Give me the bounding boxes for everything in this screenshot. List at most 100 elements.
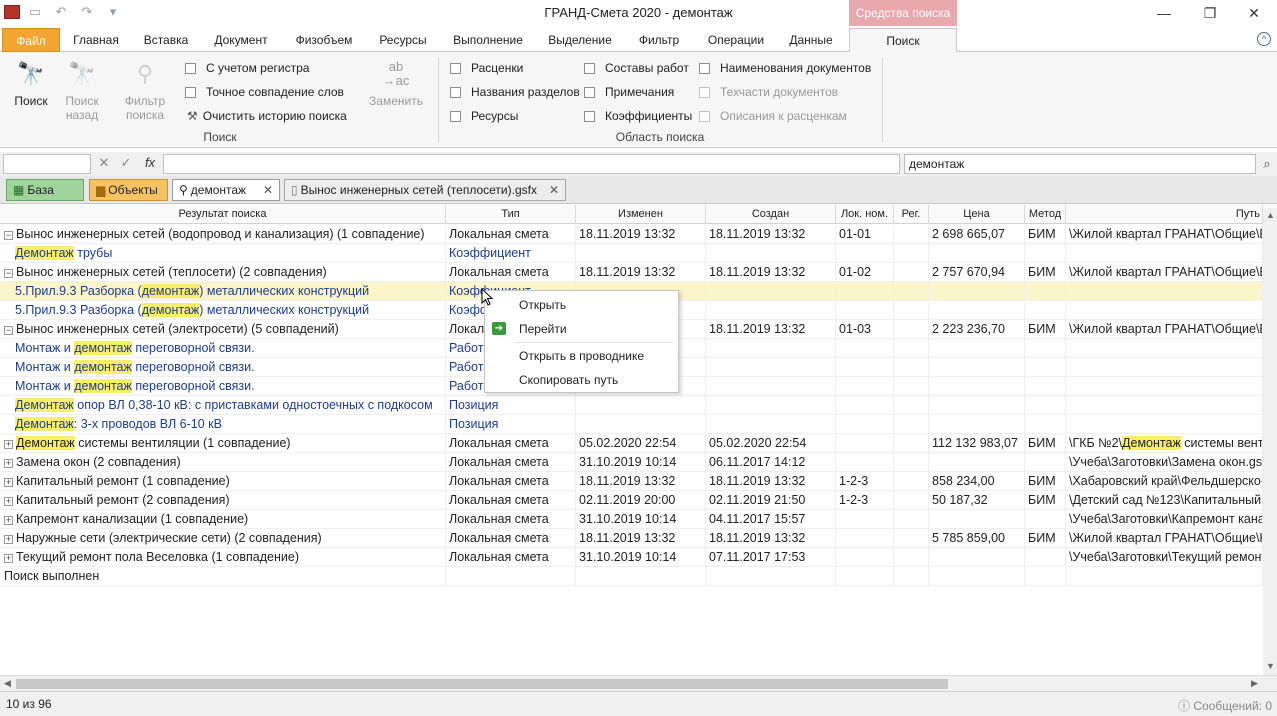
table-row[interactable]: + Замена окон (2 совпадения) Локальная сме… — [0, 453, 1277, 472]
col-header-type[interactable]: Тип — [446, 205, 576, 224]
fx-icon[interactable]: fx — [141, 155, 159, 170]
col-header-method[interactable]: Метод — [1025, 205, 1066, 224]
table-row[interactable]: − Вынос инженерных сетей (водопровод и ка… — [0, 225, 1277, 244]
tab-execution[interactable]: Выполнение — [444, 28, 532, 52]
expand-icon[interactable]: + — [4, 516, 13, 525]
checkbox-box[interactable] — [699, 110, 710, 122]
minimize-button[interactable]: — — [1141, 0, 1187, 26]
checkbox-box[interactable] — [450, 86, 461, 98]
col-header-reg[interactable]: Рег. — [894, 205, 929, 224]
tab-physvolume[interactable]: Физобъем — [284, 28, 364, 52]
clear-history-button[interactable]: ⚒ Очистить историю поиска — [187, 107, 347, 125]
opt-work-sets-checkbox[interactable]: Составы работ — [584, 59, 689, 77]
col-header-price[interactable]: Цена — [929, 205, 1025, 224]
col-header-created[interactable]: Создан — [706, 205, 836, 224]
collapse-icon[interactable]: − — [4, 231, 13, 240]
horizontal-scrollbar[interactable]: ◀ ▶ — [0, 675, 1277, 691]
col-header-lok[interactable]: Лок. ном. — [836, 205, 894, 224]
doc-tab-objects[interactable]: ▆ Объекты — [89, 179, 168, 201]
horizontal-scroll-thumb[interactable] — [16, 679, 948, 689]
col-header-result[interactable]: Результат поиска — [0, 205, 446, 224]
name-box[interactable] — [3, 154, 91, 174]
opt-section-names-checkbox[interactable]: Названия разделов — [450, 83, 580, 101]
doc-tab-base[interactable]: ▦ База — [6, 179, 84, 201]
table-row[interactable]: + Демонтаж системы вентиляции (1 совпаден… — [0, 434, 1277, 453]
doc-tab-search[interactable]: ⚲ демонтаж ✕ — [172, 179, 280, 201]
table-row[interactable]: + Капитальный ремонт (2 совпадения) Локаль… — [0, 491, 1277, 510]
confirm-icon[interactable]: ✓ — [117, 155, 135, 171]
checkbox-box[interactable] — [699, 86, 710, 98]
tab-home[interactable]: Главная — [64, 28, 128, 52]
checkbox-box[interactable] — [584, 110, 595, 122]
scroll-left-icon[interactable]: ◀ — [4, 678, 11, 689]
tab-resources[interactable]: Ресурсы — [368, 28, 438, 52]
checkbox-box[interactable] — [185, 62, 196, 74]
expand-icon[interactable]: + — [4, 440, 13, 449]
tab-selection[interactable]: Выделение — [540, 28, 620, 52]
checkbox-box[interactable] — [450, 62, 461, 74]
checkbox-box[interactable] — [584, 62, 595, 74]
cancel-icon[interactable]: ✕ — [95, 155, 113, 171]
opt-prices-checkbox[interactable]: Расценки — [450, 59, 523, 77]
formula-input[interactable] — [163, 154, 900, 174]
scroll-right-icon[interactable]: ▶ — [1251, 678, 1258, 689]
menu-item-open-explorer[interactable]: Открыть в проводнике — [486, 345, 677, 367]
checkbox-box[interactable] — [584, 86, 595, 98]
opt-coeffs-checkbox[interactable]: Коэффициенты — [584, 107, 692, 125]
opt-price-desc-checkbox[interactable]: Описания к расценкам — [699, 107, 847, 125]
tab-document[interactable]: Документ — [204, 28, 278, 52]
expand-icon[interactable]: + — [4, 459, 13, 468]
help-icon[interactable]: ^ — [1257, 32, 1271, 46]
search-button[interactable]: 🔭 Поиск — [6, 60, 56, 108]
checkbox-box[interactable] — [450, 110, 461, 122]
maximize-button[interactable]: ❐ — [1187, 0, 1233, 26]
opt-resources-checkbox[interactable]: Ресурсы — [450, 107, 518, 125]
search-icon[interactable]: ⌕ — [1258, 154, 1276, 174]
tab-operations[interactable]: Операции — [698, 28, 774, 52]
table-row[interactable]: − Вынос инженерных сетей (теплосети) (2 с… — [0, 263, 1277, 282]
tab-filter[interactable]: Фильтр — [628, 28, 690, 52]
checkbox-box[interactable] — [185, 86, 196, 98]
opt-doc-names-checkbox[interactable]: Наименования документов — [699, 59, 871, 77]
table-row[interactable]: + Капитальный ремонт (1 совпадение) Локаль… — [0, 472, 1277, 491]
tab-data[interactable]: Данные — [780, 28, 842, 52]
expand-icon[interactable]: + — [4, 535, 13, 544]
doc-tab-estimate[interactable]: ▯ Выноc инженерных сетей (теплосети).gsfx… — [284, 179, 566, 201]
collapse-icon[interactable]: − — [4, 326, 13, 335]
expand-icon[interactable]: + — [4, 478, 13, 487]
menu-item-open[interactable]: Открыть — [486, 294, 677, 316]
search-back-button[interactable]: 🔭 Поиск назад — [57, 60, 107, 122]
whole-words-checkbox[interactable]: Точное совпадение слов — [185, 83, 344, 101]
scroll-up-icon[interactable]: ▲ — [1266, 210, 1275, 220]
close-tab-icon[interactable]: ✕ — [263, 180, 273, 200]
match-case-checkbox[interactable]: С учетом регистра — [185, 59, 309, 77]
opt-doc-tech-checkbox[interactable]: Техчасти документов — [699, 83, 838, 101]
expand-icon[interactable]: + — [4, 497, 13, 506]
scroll-down-icon[interactable]: ▼ — [1266, 661, 1275, 671]
tab-insert[interactable]: Вставка — [134, 28, 198, 52]
opt-notes-checkbox[interactable]: Примечания — [584, 83, 674, 101]
table-row[interactable]: Демонтаж трубы Коэффициент — [0, 244, 1277, 263]
messages-indicator[interactable]: ⓘ Сообщений: 0 — [1178, 697, 1272, 714]
close-button[interactable]: ✕ — [1231, 0, 1277, 26]
filter-search-button[interactable]: ⚲ Фильтр поиска — [118, 60, 172, 122]
table-row[interactable]: Поиск выполнен — [0, 567, 1277, 586]
tab-search[interactable]: Поиск — [849, 28, 957, 53]
table-row[interactable]: Демонтаж: 3-х проводов ВЛ 6-10 кВ Позиция — [0, 415, 1277, 434]
table-row[interactable]: Демонтаж опор ВЛ 0,38-10 кВ: с приставка… — [0, 396, 1277, 415]
menu-item-copy-path[interactable]: Скопировать путь — [486, 369, 677, 391]
collapse-icon[interactable]: − — [4, 269, 13, 278]
search-input[interactable]: демонтаж — [904, 154, 1256, 174]
expand-icon[interactable]: + — [4, 554, 13, 563]
table-row[interactable]: + Текущий ремонт пола Веселовка (1 совпад… — [0, 548, 1277, 567]
table-row[interactable]: + Капремонт канализации (1 совпадение) Лок… — [0, 510, 1277, 529]
tab-file[interactable]: Файл — [2, 28, 60, 52]
replace-button[interactable]: ab →ac Заменить — [366, 60, 426, 109]
table-row[interactable]: + Наружные сети (электрические сети) (2 с… — [0, 529, 1277, 548]
close-tab-icon[interactable]: ✕ — [549, 180, 559, 200]
checkbox-box[interactable] — [699, 62, 710, 74]
vertical-scrollbar[interactable]: ▲ ▼ — [1263, 208, 1277, 675]
col-header-changed[interactable]: Изменен — [576, 205, 706, 224]
menu-item-go[interactable]: ➔ Перейти — [486, 318, 677, 340]
col-header-path[interactable]: Путь — [1066, 205, 1263, 224]
